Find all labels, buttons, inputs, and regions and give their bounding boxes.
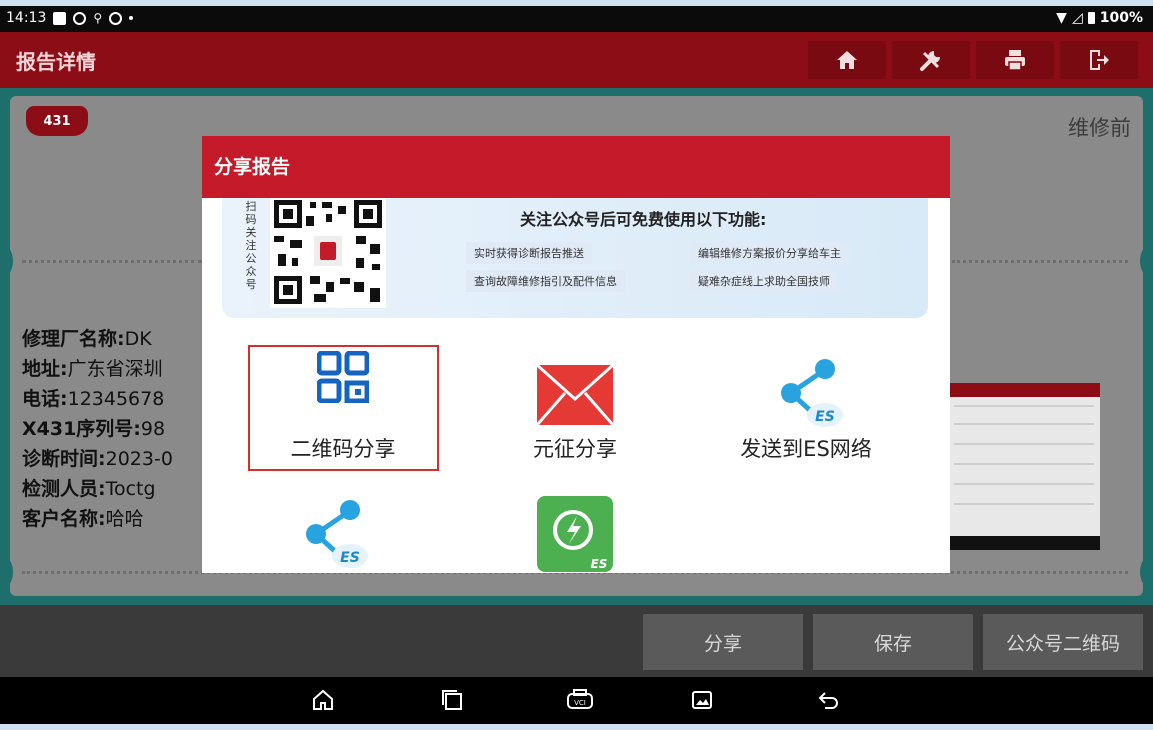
save-button[interactable]: 保存 [813,614,973,670]
es-sync-icon: ES [537,496,613,572]
info-row: 检测人员:Toctg [22,478,156,500]
nav-recents-icon[interactable] [440,688,464,712]
svg-text:ES: ES [340,550,360,566]
title-bar: 报告详情 [0,32,1153,88]
more-notifications-icon [129,16,134,20]
send-to-es-option[interactable]: ES 发送到ES网络 [711,345,901,471]
feature-item: 查询故障维修指引及配件信息 [466,270,625,292]
info-row: 地址:广东省深圳 [22,358,163,380]
feature-item: 编辑维修方案报价分享给车主 [690,242,849,264]
feature-item: 疑难杂症线上求助全国技师 [690,270,838,292]
home-icon [837,51,857,69]
print-button[interactable] [976,41,1054,79]
send-to-es-label: 发送到ES网络 [740,437,872,461]
notification-icon [53,11,67,25]
nav-home-icon[interactable] [311,688,335,712]
vci-icon[interactable]: VCI [565,688,595,712]
follow-account-banner: 扫码关注公众号 关注公众号后可免费使用以下功能: 实时获得诊断报告推送 编辑维修… [222,198,928,318]
media-notification-icon [109,11,123,25]
info-row: X431序列号:98 [22,418,166,440]
nav-back-icon[interactable] [817,688,841,712]
settings-notification-icon [73,11,87,25]
home-button[interactable] [808,41,886,79]
es-sync-option[interactable]: ES [480,486,670,573]
divider [952,260,1128,263]
info-row: 客户名称:哈哈 [22,508,144,530]
qr-code-image [270,198,386,308]
usb-icon: ⚲ [93,11,103,25]
info-row: 电话:12345678 [22,388,165,410]
share-button[interactable]: 分享 [643,614,803,670]
share-dialog: 分享报告 扫码关注公众号 关注公众号后可免费使用以下功能: 实时获得诊断报告推送… [202,136,950,573]
banner-title: 关注公众号后可免费使用以下功能: [520,210,767,229]
es-share-icon: ES [306,500,368,568]
battery-level: 100% [1099,10,1143,26]
launch-share-option[interactable]: 元征分享 [480,345,670,471]
printer-icon [1005,50,1025,71]
official-account-qr-button[interactable]: 公众号二维码 [983,614,1143,670]
svg-text:VCI: VCI [574,699,586,707]
device-badge: 431 [26,106,88,136]
screenshot-icon[interactable] [690,688,714,712]
signal-icon: ◿ [1071,10,1083,26]
exit-icon [1090,50,1109,70]
tools-button[interactable] [892,41,970,79]
scan-label: 扫码关注公众号 [245,200,257,291]
svg-text:ES: ES [815,409,835,425]
es-share-icon: ES [781,359,843,427]
feature-item: 实时获得诊断报告推送 [466,242,592,264]
system-nav-bar: VCI [0,677,1153,724]
battery-icon [1087,12,1095,24]
es-share-option[interactable]: ES [248,486,438,573]
info-row: 诊断时间:2023-0 [22,448,173,470]
svg-text:ES: ES [591,557,608,571]
mail-icon [537,365,613,425]
selection-highlight [248,345,439,471]
wifi-icon: ▼ [1056,10,1067,26]
divider [22,260,202,263]
app-window: 14:13 ⚲ ▼ ◿ 100% 报告详情 431 维修前 修理厂名称:DK 地… [0,6,1153,724]
exit-button[interactable] [1060,41,1138,79]
info-row: 修理厂名称:DK [22,328,152,350]
bottom-bar: 分享 保存 公众号二维码 [0,605,1153,677]
report-screenshot-thumbnail [948,383,1100,550]
page-title: 报告详情 [16,50,96,74]
launch-share-label: 元征分享 [533,437,617,461]
tools-icon [920,51,940,71]
dialog-title: 分享报告 [202,136,950,198]
shop-info: 修理厂名称:DK 地址:广东省深圳 电话:12345678 X431序列号:98… [22,324,173,534]
report-stage-label: 维修前 [1068,116,1131,140]
status-bar: 14:13 ⚲ ▼ ◿ 100% [0,6,1153,32]
status-time: 14:13 [6,10,47,26]
